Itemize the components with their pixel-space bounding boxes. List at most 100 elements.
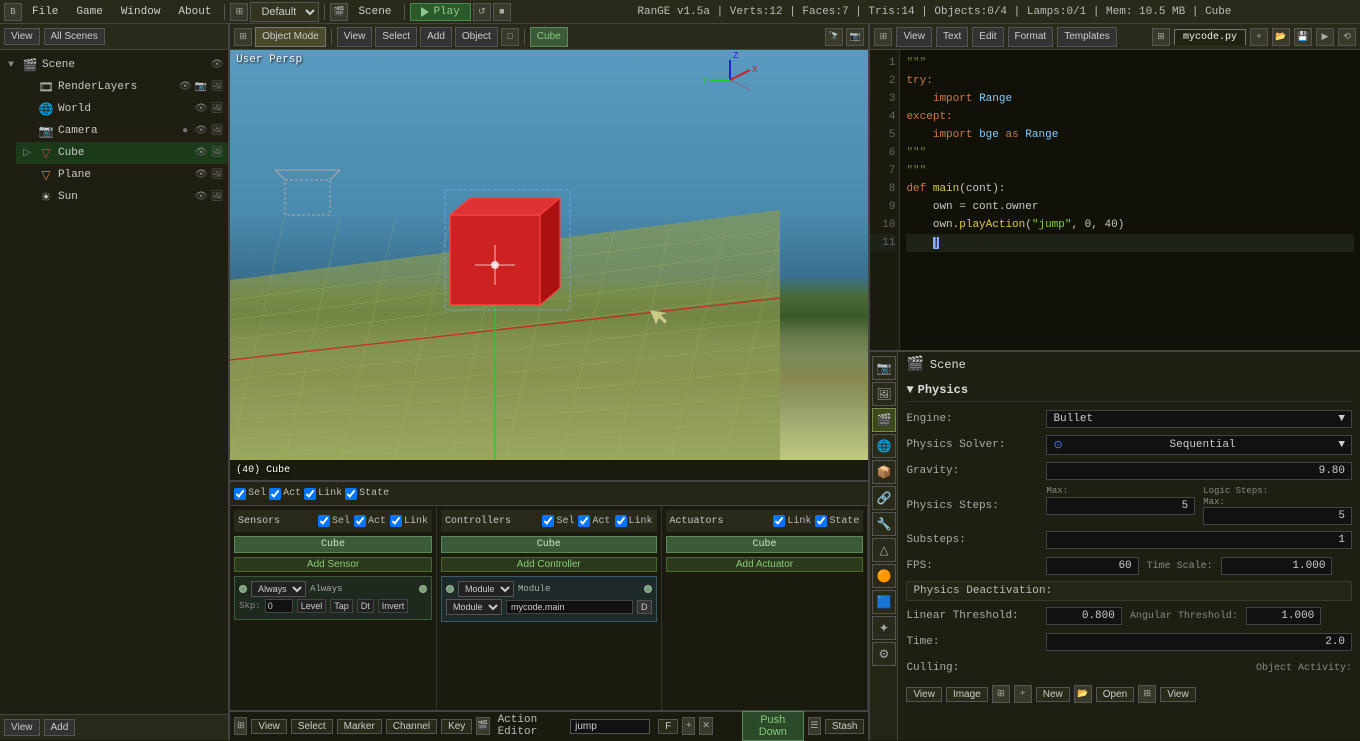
cube-name-badge[interactable]: Cube xyxy=(530,27,568,47)
cam-render[interactable]: 🖼 xyxy=(210,124,224,138)
ctrl-module-input[interactable] xyxy=(506,600,633,614)
props-render-icon[interactable]: 📷 xyxy=(872,356,896,380)
ae-key-btn[interactable]: Key xyxy=(441,719,472,734)
state-checkbox[interactable] xyxy=(345,488,357,500)
sensor-tap-btn[interactable]: Tap xyxy=(330,599,353,613)
cc3[interactable] xyxy=(615,515,627,527)
rl-eye[interactable]: 👁 xyxy=(178,80,192,94)
plane-render[interactable]: 🖼 xyxy=(210,168,224,182)
view-add-btn[interactable]: View xyxy=(4,719,40,736)
code-view-btn[interactable]: View xyxy=(896,27,932,47)
ae-f-btn[interactable]: F xyxy=(658,719,678,734)
outliner-sun[interactable]: ☀ Sun 👁 🖼 xyxy=(16,186,228,208)
workspace-dropdown[interactable]: Default xyxy=(250,2,319,22)
menu-about[interactable]: About xyxy=(170,4,219,20)
world-render[interactable]: 🖼 xyxy=(210,102,224,116)
props-obj-icon[interactable]: 📦 xyxy=(872,460,896,484)
steps-max-value[interactable]: 5 xyxy=(1046,497,1195,515)
ae-view-btn[interactable]: View xyxy=(251,719,287,734)
code-content[interactable]: """ try: import Range except: import bge… xyxy=(900,50,1360,350)
ae-plus-icon[interactable]: + xyxy=(682,717,695,735)
view-btn[interactable]: View xyxy=(4,28,40,45)
sc1[interactable] xyxy=(318,515,330,527)
sensor-level-btn[interactable]: Level xyxy=(297,599,327,613)
check-sel[interactable]: Sel xyxy=(234,488,266,500)
check-link[interactable]: Link xyxy=(304,488,342,500)
props-world-icon[interactable]: 🌐 xyxy=(872,434,896,458)
solver-value[interactable]: ⊙ Sequential ▼ xyxy=(1046,435,1352,455)
cc1[interactable] xyxy=(542,515,554,527)
ctrl-type-dropdown[interactable]: Module xyxy=(458,581,514,597)
add-btn-left[interactable]: Add xyxy=(44,719,76,736)
outliner-renderlayers[interactable]: 🎞 RenderLayers 👁 📷 🖼 xyxy=(16,76,228,98)
props-phys-icon[interactable]: ⚙ xyxy=(872,642,896,666)
menu-window[interactable]: Window xyxy=(113,4,169,20)
cc2[interactable] xyxy=(578,515,590,527)
outliner-plane[interactable]: ▽ Plane 👁 🖼 xyxy=(16,164,228,186)
cam-eye[interactable]: 👁 xyxy=(194,124,208,138)
add-controller-btn[interactable]: Add Controller xyxy=(441,557,657,572)
code-templates-btn[interactable]: Templates xyxy=(1057,27,1117,47)
props-part-icon[interactable]: ✦ xyxy=(872,616,896,640)
sun-render[interactable]: 🖼 xyxy=(210,190,224,204)
view-btn-2[interactable]: View xyxy=(1160,687,1196,702)
act-checkbox[interactable] xyxy=(269,488,281,500)
ctrl-cube-label[interactable]: Cube xyxy=(441,536,657,553)
viewport-3d[interactable]: X Z Y User Persp (40) Cube xyxy=(230,50,868,480)
view-icon-btn[interactable]: View xyxy=(906,687,942,702)
ctrl-check-act[interactable]: Act xyxy=(578,515,610,527)
outliner-scene[interactable]: ▼ 🎬 Scene 👁 xyxy=(0,54,228,76)
scene-toggle[interactable]: ▼ xyxy=(4,58,18,72)
search-btn[interactable]: All Scenes xyxy=(44,28,105,45)
vp-cam-icon[interactable]: 📷 xyxy=(846,28,864,46)
props-modifier-icon[interactable]: 🔧 xyxy=(872,512,896,536)
ac2[interactable] xyxy=(815,515,827,527)
eye-icon[interactable]: 👁 xyxy=(210,58,224,72)
angular-value[interactable]: 1.000 xyxy=(1246,607,1321,625)
vp-nav-icon[interactable]: 🔭 xyxy=(825,28,843,46)
code-format-btn[interactable]: Format xyxy=(1008,27,1054,47)
action-name-input[interactable] xyxy=(570,719,650,734)
outliner-camera[interactable]: 📷 Camera ● 👁 🖼 xyxy=(16,120,228,142)
ctrl-check-link[interactable]: Link xyxy=(615,515,653,527)
folder-icon[interactable]: 📂 xyxy=(1074,685,1092,703)
code-run-icon[interactable]: ▶ xyxy=(1316,28,1334,46)
vp-object-btn[interactable]: Object xyxy=(455,27,498,47)
code-new-icon[interactable]: + xyxy=(1250,28,1268,46)
ae-select-btn[interactable]: Select xyxy=(291,719,333,734)
ae-marker-btn[interactable]: Marker xyxy=(337,719,382,734)
open-btn[interactable]: Open xyxy=(1096,687,1134,702)
cube-eye[interactable]: 👁 xyxy=(194,146,208,160)
gravity-value[interactable]: 9.80 xyxy=(1046,462,1352,480)
props-mat-icon[interactable]: 🟠 xyxy=(872,564,896,588)
outliner-cube[interactable]: ▷ ▽ Cube 👁 🖼 xyxy=(16,142,228,164)
play-button[interactable]: Play xyxy=(410,3,470,21)
sens-check-act[interactable]: Act xyxy=(354,515,386,527)
ctrl-check-sel[interactable]: Sel xyxy=(542,515,574,527)
code-edit-btn[interactable]: Edit xyxy=(972,27,1003,47)
vp-select-btn[interactable]: Select xyxy=(375,27,417,47)
sc3[interactable] xyxy=(390,515,402,527)
mode-dropdown[interactable]: Object Mode xyxy=(255,27,326,47)
engine-value[interactable]: Bullet ▼ xyxy=(1046,410,1352,428)
world-eye[interactable]: 👁 xyxy=(194,102,208,116)
blender-icon[interactable]: B xyxy=(4,3,22,21)
sun-eye[interactable]: 👁 xyxy=(194,190,208,204)
ctrl-module-dropdown[interactable]: Module xyxy=(446,599,502,615)
menu-game[interactable]: Game xyxy=(68,4,110,20)
sc2[interactable] xyxy=(354,515,366,527)
check-state[interactable]: State xyxy=(345,488,389,500)
outliner-world[interactable]: 🌐 World 👁 🖼 xyxy=(16,98,228,120)
fps-value[interactable]: 60 xyxy=(1046,557,1138,575)
refresh-icon[interactable]: ↺ xyxy=(473,3,491,21)
push-down-button[interactable]: Push Down xyxy=(742,711,804,741)
cube-toggle[interactable]: ▷ xyxy=(20,146,34,160)
props-constraint-icon[interactable]: 🔗 xyxy=(872,486,896,510)
ctrl-d-btn[interactable]: D xyxy=(637,600,652,614)
act-check-state[interactable]: State xyxy=(815,515,859,527)
sel-checkbox[interactable] xyxy=(234,488,246,500)
code-save-icon[interactable]: 💾 xyxy=(1294,28,1312,46)
code-text-btn[interactable]: Text xyxy=(936,27,968,47)
act-check-link[interactable]: Link xyxy=(773,515,811,527)
vp-view-btn[interactable]: View xyxy=(337,27,373,47)
